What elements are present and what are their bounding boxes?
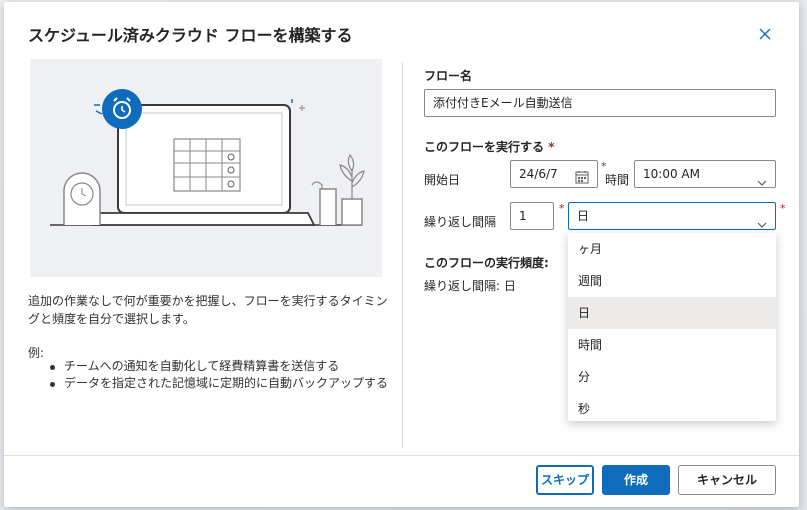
menu-item-months[interactable]: ヶ月 [568,233,776,265]
flow-name-label: フロー名 [424,69,473,83]
run-section-label: このフローを実行する * [424,140,555,154]
menu-item-hours[interactable]: 時間 [568,329,776,361]
start-date-picker[interactable]: 24/6/7 [510,160,598,188]
repeat-interval-value: 1 [519,209,527,223]
start-date-label: 開始日 [424,173,461,187]
cancel-button[interactable]: キャンセル [678,465,776,495]
time-label: 時間 [605,173,630,187]
close-icon[interactable] [757,26,773,42]
menu-item-seconds[interactable]: 秒 [568,393,776,425]
flow-description: 追加の作業なしで何が重要かを把握し、フローを実行するタイミングと頻度を自分で選択… [28,294,388,326]
required-mark: * [780,202,786,215]
column-divider [402,62,403,448]
flow-name-value: 添付付きEメール自動送信 [433,96,573,110]
repeat-interval-label: 繰り返し間隔 [424,215,497,229]
repeat-unit-value: 日 [577,209,590,223]
chevron-down-icon [757,212,767,228]
skip-button[interactable]: スキップ [536,465,594,495]
repeat-unit-dropdown[interactable]: 日 [568,202,776,230]
create-button[interactable]: 作成 [602,465,670,495]
example-item: チームへの通知を自動化して経費精算書を送信する [48,358,388,375]
footer-divider [4,455,799,456]
build-flow-dialog: スケジュール済みクラウド フローを構築する 追加の作業なしで何が重要かを把握し、… [4,2,799,507]
required-mark: * [548,140,555,154]
required-mark: * [559,202,565,215]
repeat-interval-input[interactable]: 1 [510,202,554,230]
frequency-text: 繰り返し間隔: 日 [424,279,516,293]
start-date-value: 24/6/7 [519,167,558,181]
flow-name-input[interactable]: 添付付きEメール自動送信 [424,89,776,117]
chevron-down-icon [757,170,767,186]
repeat-unit-menu: ヶ月 週間 日 時間 分 秒 [568,233,776,421]
time-value: 10:00 AM [643,167,700,181]
schedule-illustration [30,59,382,277]
frequency-label: このフローの実行頻度: [424,256,549,270]
menu-item-minutes[interactable]: 分 [568,361,776,393]
example-item: データを指定された記憶域に定期的に自動バックアップする [48,375,388,392]
example-list: チームへの通知を自動化して経費精算書を送信する データを指定された記憶域に定期的… [48,358,388,392]
time-dropdown[interactable]: 10:00 AM [634,160,776,188]
example-label: 例: [28,346,45,360]
menu-item-weeks[interactable]: 週間 [568,265,776,297]
dialog-title: スケジュール済みクラウド フローを構築する [28,26,353,45]
menu-item-days[interactable]: 日 [568,297,776,329]
calendar-icon[interactable] [575,167,589,184]
